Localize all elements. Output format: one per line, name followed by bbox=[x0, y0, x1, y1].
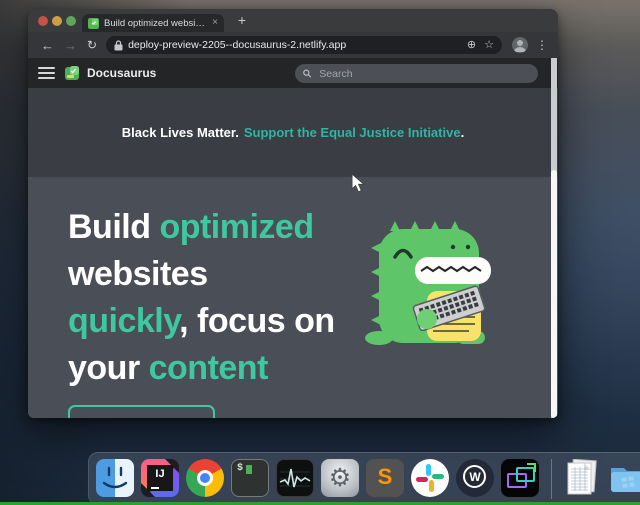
slack-icon[interactable] bbox=[411, 459, 449, 497]
close-window-button[interactable] bbox=[38, 16, 48, 26]
tab-close-icon[interactable]: × bbox=[212, 18, 218, 28]
hero-title: Build optimized websites quickly, focus … bbox=[68, 204, 388, 392]
documents-stack-icon[interactable] bbox=[564, 459, 602, 497]
dock-divider bbox=[551, 459, 552, 499]
browser-toolbar: ← → ↻ deploy-preview-2205--docusaurus-2.… bbox=[28, 32, 558, 58]
scrollbar-thumb[interactable] bbox=[551, 170, 557, 418]
announcement-link[interactable]: Support the Equal Justice Initiative bbox=[244, 125, 461, 140]
terminal-icon[interactable]: $ bbox=[231, 459, 269, 497]
intellij-idea-icon[interactable]: IJ bbox=[141, 459, 179, 497]
bookmark-star-icon[interactable]: ☆ bbox=[484, 40, 494, 51]
tab-title: Build optimized websites quick bbox=[104, 18, 207, 29]
new-tab-button[interactable]: + bbox=[234, 12, 250, 28]
system-preferences-icon[interactable]: ⚙ bbox=[321, 459, 359, 497]
activity-monitor-icon[interactable] bbox=[276, 459, 314, 497]
address-bar[interactable]: deploy-preview-2205--docusaurus-2.netlif… bbox=[106, 36, 502, 54]
finder-icon[interactable] bbox=[96, 459, 134, 497]
hamburger-menu-icon[interactable] bbox=[38, 67, 55, 79]
workplace-chat-icon[interactable]: W bbox=[456, 459, 494, 497]
search-icon bbox=[303, 69, 311, 78]
sublime-text-icon[interactable]: S bbox=[366, 459, 404, 497]
screen-capture-app-icon[interactable] bbox=[501, 459, 539, 497]
page-zoom-icon[interactable]: ⊕ bbox=[467, 40, 476, 51]
back-icon[interactable]: ← bbox=[41, 39, 54, 52]
url-text: deploy-preview-2205--docusaurus-2.netlif… bbox=[128, 39, 459, 51]
page-scrollbar[interactable] bbox=[551, 58, 557, 418]
reload-icon[interactable]: ↻ bbox=[87, 39, 97, 51]
browser-menu-icon[interactable]: ⋮ bbox=[536, 38, 548, 52]
google-chrome-icon[interactable] bbox=[186, 459, 224, 497]
page-viewport: Docusaurus Black Lives Matter. Support t… bbox=[28, 58, 558, 418]
forward-icon[interactable]: → bbox=[64, 39, 77, 52]
site-navbar: Docusaurus bbox=[28, 58, 558, 88]
zoom-window-button[interactable] bbox=[66, 16, 76, 26]
search-box[interactable] bbox=[295, 64, 538, 83]
minimize-window-button[interactable] bbox=[52, 16, 62, 26]
dock: IJ $ ⚙ S W bbox=[88, 452, 640, 505]
docusaurus-logo-icon[interactable] bbox=[64, 65, 80, 81]
announcement-bar: Black Lives Matter. Support the Equal Ju… bbox=[28, 88, 558, 177]
site-title[interactable]: Docusaurus bbox=[87, 66, 156, 80]
browser-window: Build optimized websites quick × + ← → ↻… bbox=[28, 9, 558, 418]
window-titlebar[interactable]: Build optimized websites quick × + bbox=[28, 9, 558, 32]
mouse-cursor bbox=[351, 173, 366, 194]
browser-tab[interactable]: Build optimized websites quick × bbox=[82, 14, 224, 32]
lock-icon bbox=[114, 40, 123, 51]
announcement-text: Black Lives Matter. bbox=[122, 125, 239, 140]
hero-section: Build optimized websites quickly, focus … bbox=[28, 177, 558, 418]
profile-avatar[interactable] bbox=[512, 37, 528, 53]
docusaurus-favicon bbox=[88, 18, 99, 29]
get-started-button[interactable] bbox=[68, 405, 215, 418]
files-folder-icon[interactable] bbox=[609, 459, 640, 497]
search-input[interactable] bbox=[317, 67, 530, 81]
docusaurus-dinosaur-illustration bbox=[365, 211, 500, 349]
announcement-suffix: . bbox=[461, 125, 465, 140]
